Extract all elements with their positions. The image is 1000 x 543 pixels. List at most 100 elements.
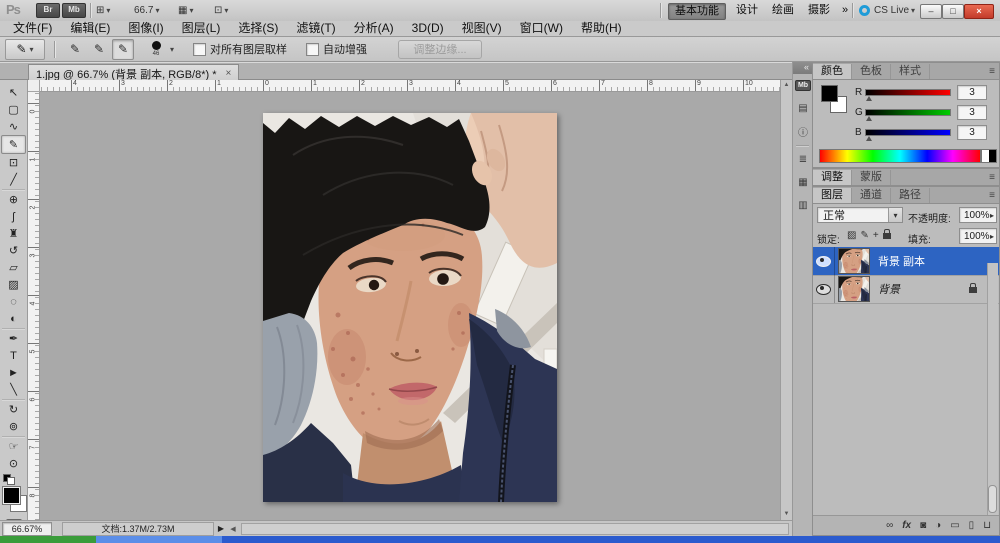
add-to-selection-button[interactable]: ✎: [88, 39, 110, 60]
menu-image[interactable]: 图像(I): [119, 21, 172, 36]
layer-style-icon[interactable]: fx: [902, 520, 911, 531]
scrollbar-thumb[interactable]: [988, 485, 997, 513]
menu-help[interactable]: 帮助(H): [572, 21, 631, 36]
tool-clone-stamp[interactable]: ♜: [0, 225, 27, 242]
tab-paths[interactable]: 路径: [891, 188, 930, 203]
info-panel-icon[interactable]: ⓘ: [793, 120, 813, 143]
tool-spot-healing-brush[interactable]: ⊕: [0, 191, 27, 208]
delete-layer-icon[interactable]: ⊔: [983, 520, 991, 531]
panel-menu-icon[interactable]: ≡: [985, 64, 999, 79]
collapse-panels-button[interactable]: «: [793, 62, 812, 74]
3d-panel-icon[interactable]: ▦: [793, 171, 813, 194]
layer-name[interactable]: 背景: [878, 281, 900, 297]
link-layers-icon[interactable]: ∞: [886, 520, 893, 531]
canvas-pasteboard[interactable]: [40, 92, 780, 520]
green-slider[interactable]: [865, 109, 951, 116]
workspace-essentials-button[interactable]: 基本功能: [668, 3, 726, 20]
menu-file[interactable]: 文件(F): [4, 21, 61, 36]
scroll-up-icon[interactable]: ▲: [781, 80, 792, 91]
new-adjustment-layer-icon[interactable]: ◑: [935, 520, 941, 531]
tool-lasso[interactable]: ∿: [0, 118, 27, 135]
tool-shape[interactable]: ╲: [0, 381, 27, 398]
tool-quick-selection[interactable]: ✎: [1, 135, 26, 154]
lock-pixels-icon[interactable]: ✎: [860, 230, 868, 241]
default-colors-icon[interactable]: [3, 474, 15, 483]
tool-marquee[interactable]: ▢: [0, 101, 27, 118]
red-slider[interactable]: [865, 89, 951, 96]
green-value[interactable]: 3: [957, 105, 987, 120]
tool-type[interactable]: T: [0, 347, 27, 364]
tool-gradient[interactable]: ▨: [0, 276, 27, 293]
refine-edge-button[interactable]: 调整边缘...: [398, 40, 482, 59]
menu-select[interactable]: 选择(S): [229, 21, 287, 36]
mini-bridge-button[interactable]: Mb: [62, 3, 86, 18]
flyout-icon[interactable]: ▸: [990, 211, 994, 220]
color-spectrum-bar[interactable]: [819, 149, 981, 163]
foreground-color-swatch[interactable]: [821, 85, 838, 102]
visibility-toggle[interactable]: [813, 275, 835, 303]
layer-thumbnail[interactable]: [838, 276, 870, 302]
tool-path-selection[interactable]: ►: [0, 364, 27, 381]
tab-swatches[interactable]: 色板: [852, 64, 891, 79]
tool-eraser[interactable]: ▱: [0, 259, 27, 276]
tab-channels[interactable]: 通道: [852, 188, 891, 203]
auto-enhance-checkbox[interactable]: [306, 43, 319, 56]
tool-history-brush[interactable]: ↺: [0, 242, 27, 259]
screen-mode-button[interactable]: ⊡▾: [214, 3, 228, 17]
tool-3d-orbit[interactable]: ⊚: [0, 418, 27, 435]
menu-edit[interactable]: 编辑(E): [61, 21, 119, 36]
menu-analysis[interactable]: 分析(A): [345, 21, 403, 36]
tab-adjustments[interactable]: 调整: [813, 170, 852, 185]
tab-color[interactable]: 颜色: [813, 64, 852, 79]
minimize-button[interactable]: –: [920, 4, 942, 19]
menu-3d[interactable]: 3D(D): [403, 21, 453, 36]
new-selection-button[interactable]: ✎: [64, 39, 86, 60]
bridge-button[interactable]: Br: [36, 3, 60, 18]
scroll-down-icon[interactable]: ▼: [781, 509, 792, 520]
brush-picker[interactable]: 46 ▾: [145, 41, 174, 57]
lock-position-icon[interactable]: +: [873, 230, 879, 241]
tool-pen[interactable]: ✒: [0, 330, 27, 347]
vertical-scrollbar[interactable]: ▲ ▼: [780, 80, 792, 520]
tool-blur[interactable]: ◌: [0, 293, 27, 310]
lock-transparency-icon[interactable]: ▨: [847, 230, 856, 241]
blue-slider[interactable]: [865, 129, 951, 136]
taskbar-item[interactable]: [96, 536, 222, 543]
panel-menu-icon[interactable]: ≡: [985, 188, 999, 203]
adjustments-panel-icon[interactable]: ≣: [793, 148, 813, 171]
tab-masks[interactable]: 蒙版: [852, 170, 891, 185]
red-value[interactable]: 3: [957, 85, 987, 100]
new-layer-icon[interactable]: ▯: [969, 520, 975, 531]
layer-name[interactable]: 背景 副本: [878, 253, 925, 269]
menu-filter[interactable]: 滤镜(T): [287, 21, 344, 36]
histogram-panel-icon[interactable]: ▤: [793, 97, 813, 120]
arrange-documents-button[interactable]: ⊞▾: [96, 3, 110, 17]
horizontal-scrollbar[interactable]: [241, 523, 789, 535]
tab-styles[interactable]: 样式: [891, 64, 930, 79]
add-layer-mask-icon[interactable]: ◙: [920, 520, 926, 531]
layer-row-background[interactable]: 背景: [813, 275, 999, 304]
tool-crop[interactable]: ⊡: [0, 154, 27, 171]
foreground-color-swatch[interactable]: [3, 487, 20, 504]
status-flyout-icon[interactable]: ▶: [214, 524, 228, 533]
mini-bridge-panel-icon[interactable]: Mb: [793, 74, 813, 97]
fill-field[interactable]: 100% ▸: [959, 228, 997, 244]
restore-button[interactable]: □: [942, 4, 964, 19]
sample-all-layers-checkbox[interactable]: [193, 43, 206, 56]
layer-thumbnail[interactable]: [838, 248, 870, 274]
layer-comps-panel-icon[interactable]: ▥: [793, 194, 813, 217]
status-zoom-field[interactable]: 66.67%: [2, 522, 52, 536]
visibility-toggle[interactable]: [813, 247, 835, 275]
tool-dodge[interactable]: ◐: [0, 310, 27, 327]
lock-all-icon[interactable]: [883, 233, 891, 239]
tool-eyedropper[interactable]: ╱: [0, 171, 27, 188]
workspace-painting-button[interactable]: 绘画: [766, 3, 800, 18]
tool-move[interactable]: ↖: [0, 84, 27, 101]
tool-zoom[interactable]: ⊙: [0, 455, 27, 472]
workspace-design-button[interactable]: 设计: [730, 3, 764, 18]
close-tab-icon[interactable]: ×: [226, 68, 232, 79]
subtract-from-selection-button[interactable]: ✎: [112, 39, 134, 60]
tool-brush[interactable]: ʃ: [0, 208, 27, 225]
opacity-field[interactable]: 100% ▸: [959, 207, 997, 223]
new-group-icon[interactable]: ▭: [950, 520, 959, 531]
